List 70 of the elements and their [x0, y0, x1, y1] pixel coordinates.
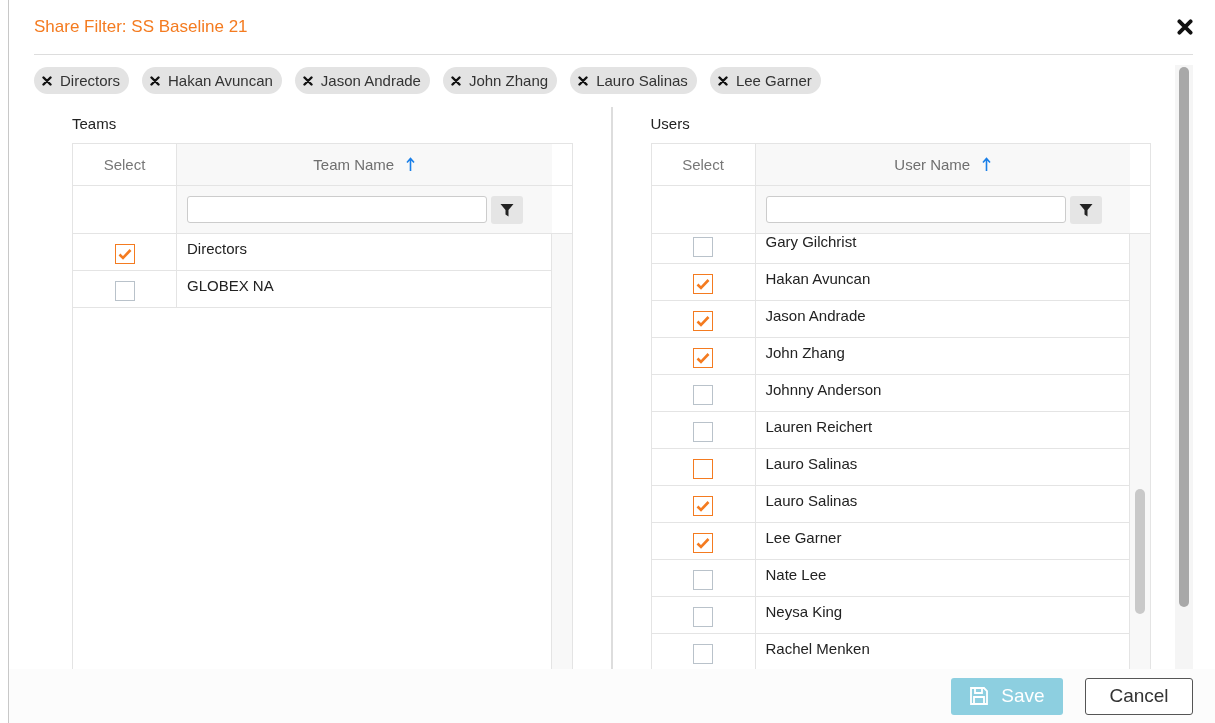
chip-label: Directors [60, 72, 120, 89]
table-cell-text: Johnny Anderson [764, 379, 883, 400]
remove-button[interactable] [717, 75, 728, 86]
checkbox[interactable] [114, 281, 135, 301]
checkbox[interactable] [693, 422, 713, 442]
table-cell-text: Nate Lee [764, 564, 828, 585]
filter-button[interactable] [1069, 195, 1102, 224]
filter-field[interactable] [765, 196, 1066, 223]
checkbox[interactable] [693, 348, 713, 368]
scrollbar-track[interactable] [1130, 234, 1150, 669]
close-button[interactable] [1177, 19, 1193, 35]
remove-icon [150, 75, 160, 86]
scrollbar[interactable] [1175, 65, 1193, 669]
filter-icon [500, 202, 514, 217]
close-icon [1177, 19, 1193, 35]
table-cell-text: Lauro Salinas [764, 453, 859, 474]
chip-label: Jason Andrade [320, 72, 421, 89]
remove-button[interactable] [150, 75, 160, 86]
table-cell-text: Rachel Menken [764, 638, 871, 659]
dialog-title: Share Filter: SS Baseline 21 [34, 17, 248, 37]
table-cell-text: GLOBEX NA [186, 275, 275, 296]
checkbox[interactable] [693, 274, 713, 294]
table-cell-text: Hakan Avuncan [764, 268, 872, 289]
table-cell-text: Lauro Salinas [764, 490, 859, 511]
scrollbar-thumb[interactable] [1179, 67, 1189, 607]
filter-field[interactable] [187, 196, 487, 223]
checkbox[interactable] [693, 459, 713, 479]
checkbox[interactable] [693, 385, 713, 405]
checkbox[interactable] [114, 244, 135, 264]
column-header[interactable]: Team Name [177, 144, 552, 185]
sort-arrow-icon [982, 157, 992, 172]
remove-button[interactable] [450, 75, 461, 86]
table-cell-text: Directors [186, 238, 248, 259]
chip-label: Hakan Avuncan [168, 72, 273, 89]
remove-icon [717, 75, 728, 86]
checkbox[interactable] [693, 607, 713, 627]
remove-button[interactable] [302, 75, 313, 86]
checkbox[interactable] [693, 533, 713, 553]
chip-label: Lee Garner [735, 72, 812, 89]
save-icon [969, 686, 990, 706]
remove-icon [302, 75, 313, 86]
column-header: Select [103, 156, 146, 173]
scrollbar-thumb[interactable] [1135, 489, 1145, 614]
chip-label: John Zhang [468, 72, 549, 89]
checkbox[interactable] [693, 570, 713, 590]
filter-icon [1078, 202, 1093, 217]
cancel-button[interactable]: Cancel [1085, 677, 1193, 715]
remove-button[interactable] [578, 75, 589, 86]
column-header[interactable]: User Name [755, 144, 1130, 185]
filter-button[interactable] [491, 195, 523, 224]
table-cell-text: John Zhang [764, 342, 846, 363]
table-cell-text: Gary Gilchrist [764, 234, 858, 252]
section-heading: Users [650, 113, 691, 134]
remove-button[interactable] [42, 75, 52, 86]
table-cell-text: Neysa King [764, 601, 844, 622]
table-cell-text: Jason Andrade [764, 305, 867, 326]
remove-icon [450, 75, 461, 86]
column-header: Select [682, 156, 724, 173]
checkbox[interactable] [693, 237, 713, 257]
remove-icon [42, 75, 52, 86]
table-cell-text: Lauren Reichert [764, 416, 874, 437]
chip-label: Lauro Salinas [596, 72, 688, 89]
checkbox[interactable] [693, 311, 713, 331]
section-heading: Teams [72, 113, 118, 134]
sort-arrow-icon [406, 157, 416, 172]
table-cell-text: Lee Garner [764, 527, 843, 548]
checkbox[interactable] [693, 496, 713, 516]
checkbox[interactable] [693, 644, 713, 664]
remove-icon [578, 75, 589, 86]
scrollbar-track[interactable] [551, 234, 572, 669]
